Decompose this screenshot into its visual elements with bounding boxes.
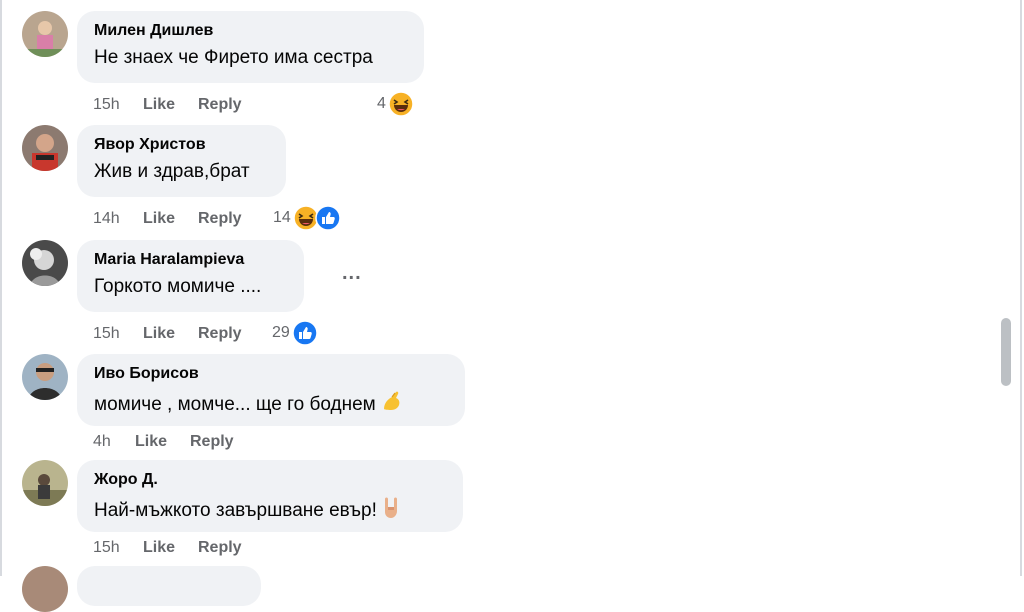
avatar[interactable] [22,125,68,171]
like-button[interactable]: Like [143,325,198,343]
next-comment-avatar[interactable] [22,566,68,612]
comment-author[interactable]: Явор Христов [94,135,268,155]
avatar[interactable] [22,460,68,506]
comment-time[interactable]: 15h [93,96,143,114]
comment-bubble: Явор Христов Жив и здрав,брат [77,125,286,197]
comment-time[interactable]: 15h [93,325,143,343]
reaction-count: 14 [273,209,291,226]
like-icon [292,320,318,346]
reaction-summary[interactable]: 14 [273,205,341,231]
haha-icon [388,91,414,117]
reaction-summary[interactable]: 4 [377,91,414,117]
comment-text: Жив и здрав,брат [94,161,250,182]
comment-actions: 4h Like Reply [93,430,234,454]
comment-time[interactable]: 4h [93,433,135,451]
comment-bubble: Жоро Д. Най-мъжкото завършване евър! [77,460,463,532]
reaction-count: 29 [272,324,290,341]
reply-button[interactable]: Reply [198,210,242,228]
reply-button[interactable]: Reply [198,96,242,114]
comment-actions: 15h Like Reply [93,536,242,560]
comment-text: момиче , момче... ще го боднем [94,389,447,417]
comment-bubble: Иво Борисов момиче , момче... ще го бодн… [77,354,465,426]
comment-text: Най-мъжкото завършване евър! [94,495,445,523]
comment-author[interactable]: Жоро Д. [94,470,445,490]
like-button[interactable]: Like [143,96,198,114]
scrollbar-thumb[interactable] [1001,318,1011,386]
like-button[interactable]: Like [143,210,198,228]
comment-author[interactable]: Милен Дишлев [94,21,406,41]
comment-actions: 14h Like Reply [93,207,242,231]
comment-actions: 15h Like Reply [93,93,242,117]
avatar[interactable] [22,354,68,400]
like-button[interactable]: Like [143,539,198,557]
reaction-summary[interactable]: 29 [272,320,318,346]
like-button[interactable]: Like [135,433,190,451]
comment-bubble: Maria Haralampieva Горкото момиче .... [77,240,304,312]
comment-text-content: Най-мъжкото завършване евър! [94,500,377,521]
comment-author[interactable]: Иво Борисов [94,364,447,384]
comment-actions: 15h Like Reply [93,322,242,346]
comment-time[interactable]: 14h [93,210,143,228]
comment-text: Горкото момиче .... [94,276,262,297]
comment-author[interactable]: Maria Haralampieva [94,250,286,270]
more-options-button[interactable]: ... [342,262,362,285]
reply-button[interactable]: Reply [198,539,242,557]
sign-of-horns-icon [384,497,397,518]
comment-time[interactable]: 15h [93,539,143,557]
comment-text-content: момиче , момче... ще го боднем [94,394,376,415]
comment-bubble: Милен Дишлев Не знаех че Фирето има сест… [77,11,424,83]
reply-button[interactable]: Reply [190,433,234,451]
reaction-count: 4 [377,95,386,112]
avatar[interactable] [22,11,68,57]
pinched-fingers-icon [383,391,400,410]
avatar[interactable] [22,240,68,286]
next-comment-bubble [77,566,261,606]
comment-text: Не знаех че Фирето има сестра [94,47,373,68]
like-icon [315,205,341,231]
reply-button[interactable]: Reply [198,325,242,343]
